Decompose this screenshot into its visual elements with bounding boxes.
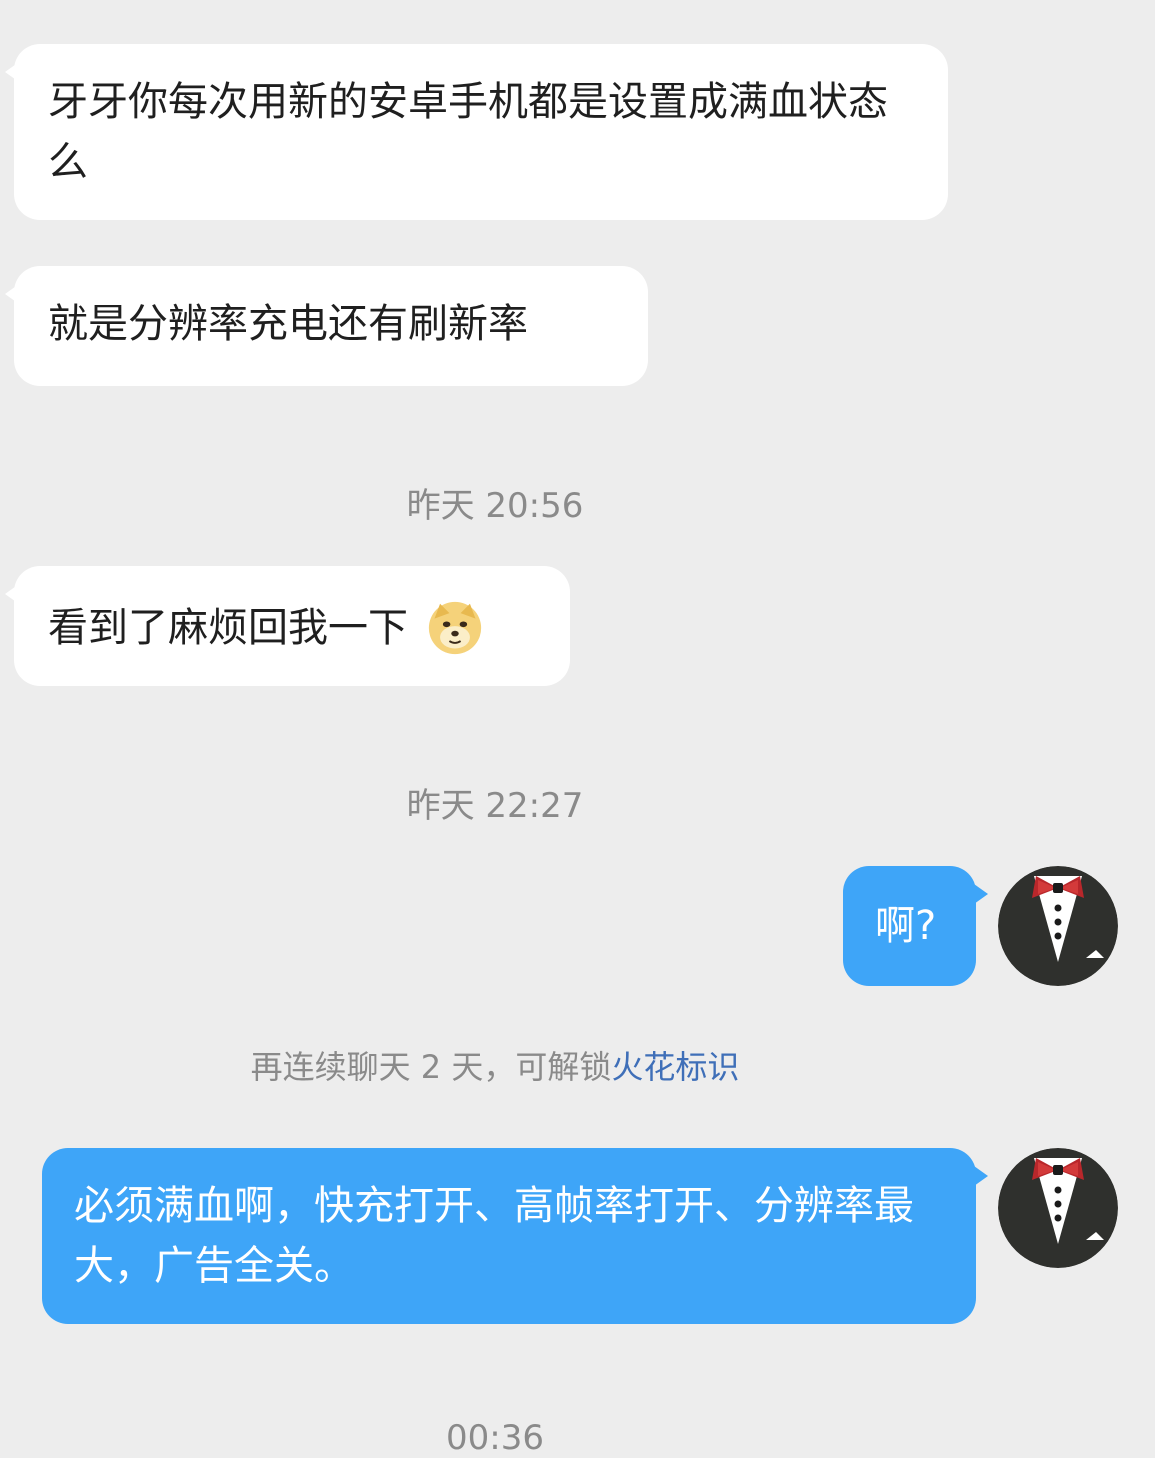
outgoing-message-bubble[interactable]: 必须满血啊，快充打开、高帧率打开、分辨率最大，广告全关。 [42,1148,988,1324]
message-text: 啊? [875,903,937,949]
incoming-message-bubble[interactable]: 牙牙你每次用新的安卓手机都是设置成满血状态么 [5,44,948,220]
bubble-tail [5,284,19,304]
timestamp: 昨天 22:27 [406,786,584,826]
bubble-tail [5,62,19,82]
message-text: 就是分辨率充电还有刷新率 [48,301,528,347]
incoming-message-bubble[interactable]: 就是分辨率充电还有刷新率 [5,266,648,386]
bubble-tail [974,884,988,904]
doge-emoji-icon [428,601,481,655]
streak-hint: 再连续聊天 2 天，可解锁火花标识 [0,1042,990,1088]
message-text: 牙牙你每次用新的安卓手机都是设置成满血状态么 [48,79,888,185]
bubble-tail [5,584,19,604]
spark-badge-link[interactable]: 火花标识 [611,1048,739,1086]
tuxedo-bowtie-avatar-icon [998,866,1118,986]
timestamp: 昨天 20:56 [406,486,584,526]
streak-hint-text: 再连续聊天 2 天，可解锁 [250,1048,612,1086]
timestamp: 00:36 [446,1418,544,1458]
incoming-message-bubble[interactable]: 看到了麻烦回我一下 [5,566,570,686]
avatar[interactable] [998,1148,1118,1268]
avatar[interactable] [998,866,1118,986]
message-text: 必须满血啊，快充打开、高帧率打开、分辨率最大，广告全关。 [74,1183,914,1289]
bubble-tail [974,1166,988,1186]
tuxedo-bowtie-avatar-icon [998,1148,1118,1268]
message-text: 看到了麻烦回我一下 [48,605,408,651]
outgoing-message-bubble[interactable]: 啊? [843,866,988,986]
